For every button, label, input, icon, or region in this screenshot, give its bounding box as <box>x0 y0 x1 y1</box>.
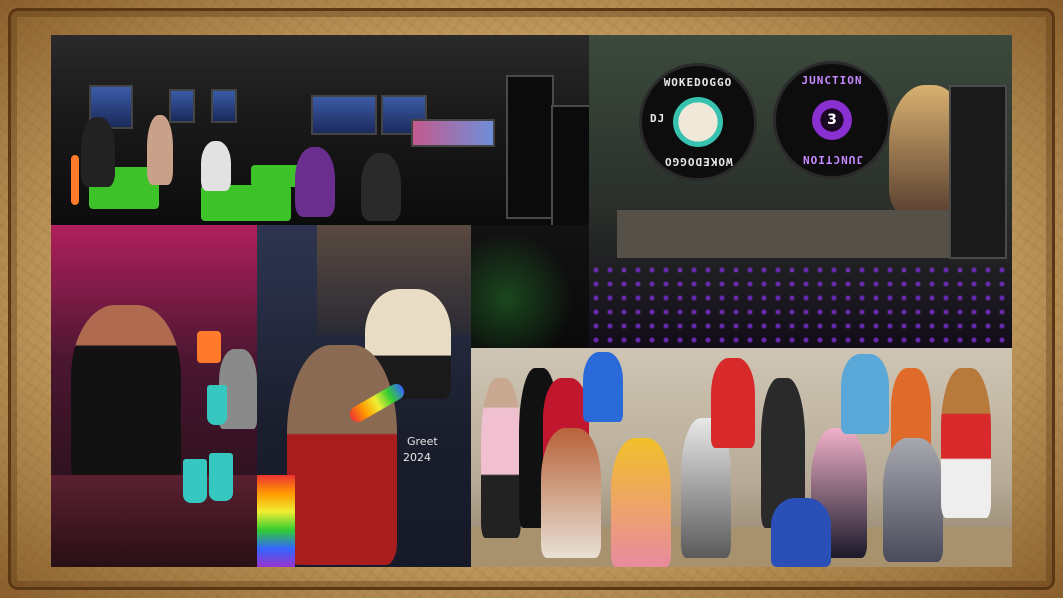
drink-glass <box>183 459 207 503</box>
dj-desk <box>617 210 977 258</box>
dance-floor-lights <box>589 263 1012 348</box>
wall-screen <box>211 89 237 123</box>
floor-glow <box>471 225 589 348</box>
panel-group-photo <box>471 348 1012 567</box>
panel-vr-lounge <box>51 35 589 225</box>
record-disc-left: WOKEDOGGO WOKEDOGGO DJ <box>639 63 757 181</box>
group-member-fursuit <box>711 358 755 448</box>
panel-dj-booth: WOKEDOGGO WOKEDOGGO DJ 3 JUNCTION JUNCTI… <box>589 35 1012 348</box>
rainbow-sleeve <box>257 475 295 567</box>
bar-lamp <box>197 331 221 363</box>
avatar-figure <box>295 147 335 217</box>
group-member-fursuit <box>883 438 943 562</box>
disc-left-top-label: WOKEDOGGO <box>663 76 733 89</box>
vertical-sign <box>551 105 589 225</box>
wall-screen <box>311 95 377 135</box>
avatar-figure <box>147 115 173 185</box>
disc-right-bottom-label: JUNCTION <box>801 153 863 166</box>
shirt-text-year: 2024 <box>403 451 431 464</box>
bartender-avatar <box>71 305 181 485</box>
disc-left-bottom-label: WOKEDOGGO <box>663 155 733 168</box>
photo-collage: WOKEDOGGO WOKEDOGGO DJ 3 JUNCTION JUNCTI… <box>51 35 1012 567</box>
group-member-fursuit <box>541 428 601 558</box>
floor-lamp <box>71 155 79 205</box>
disc-right-center-label: 3 <box>827 112 837 128</box>
disc-left-side-label: DJ <box>650 112 666 125</box>
panel-dark-floor <box>471 225 589 348</box>
group-member <box>481 378 521 538</box>
wall-screen <box>169 89 195 123</box>
drink-glass <box>209 453 233 501</box>
avatar-wolf <box>287 345 397 565</box>
record-disc-right: 3 JUNCTION JUNCTION <box>773 61 891 179</box>
panel-meet-greet-selfie: Greet 2024 <box>257 225 471 567</box>
group-member-fursuit <box>941 368 991 518</box>
group-member-fursuit <box>841 354 889 434</box>
disc-center-ring: 3 <box>812 100 852 140</box>
shirt-text-greet: Greet <box>407 435 438 448</box>
group-member-fursuit <box>771 498 831 567</box>
avatar-figure <box>361 153 401 221</box>
group-member-fursuit <box>611 438 671 567</box>
vertical-sign <box>506 75 554 219</box>
booth-side-screen <box>949 85 1007 259</box>
parchment-frame: WOKEDOGGO WOKEDOGGO DJ 3 JUNCTION JUNCTI… <box>0 0 1063 598</box>
group-member-fursuit <box>583 352 623 422</box>
disc-right-top-label: JUNCTION <box>801 74 863 87</box>
avatar-figure <box>201 141 231 191</box>
panel-vr-bar <box>51 225 257 567</box>
avatar-figure <box>81 117 115 187</box>
wall-screen <box>411 119 495 147</box>
drink-glass <box>207 385 227 425</box>
disc-center-face <box>673 97 723 147</box>
